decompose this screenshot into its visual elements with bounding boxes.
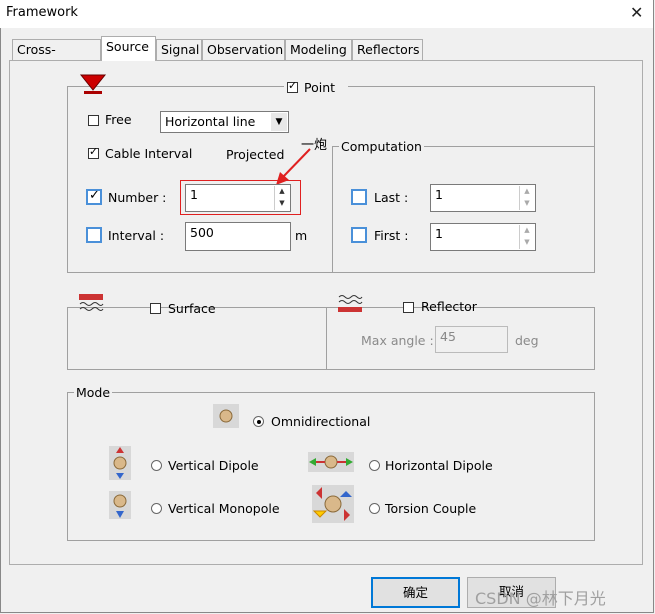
horizontal-dipole-icon (308, 452, 354, 472)
omni-icon (213, 404, 239, 428)
last-input-value: 1 (435, 187, 443, 202)
spin-up-icon[interactable]: ▲ (275, 186, 289, 198)
interval-input[interactable]: 500 (185, 222, 291, 251)
number-spinner[interactable]: ▲ ▼ (274, 186, 289, 210)
spin-down-icon[interactable]: ▼ (275, 198, 289, 210)
tab-signal[interactable]: Signal (156, 39, 202, 60)
surface-label: Surface (168, 301, 216, 316)
reflector-label: Reflector (421, 299, 477, 314)
first-label: First : (374, 228, 409, 243)
omni-label: Omnidirectional (271, 414, 371, 429)
watermark-text: CSDN @林下月光 (475, 589, 606, 608)
vertical-dipole-icon (109, 446, 131, 480)
first-spinner[interactable]: ▲ ▼ (519, 225, 534, 249)
free-label: Free (105, 112, 132, 127)
free-checkbox[interactable] (88, 115, 99, 126)
reflector-checkbox[interactable] (403, 302, 414, 313)
vertical-monopole-label: Vertical Monopole (168, 501, 280, 516)
vertical-monopole-icon (109, 491, 131, 519)
interval-unit: m (295, 228, 308, 243)
title-bar: Framework ✕ (0, 0, 653, 28)
max-angle-value: 45 (440, 329, 456, 344)
point-label: Point (304, 80, 336, 95)
last-label: Last : (374, 190, 409, 205)
cable-interval-checkbox[interactable] (88, 145, 99, 159)
placement-select[interactable]: Horizontal line ▼ (160, 111, 289, 133)
interval-label: Interval : (108, 228, 165, 243)
reflector-icon (337, 292, 363, 314)
tab-modeling[interactable]: Modeling (285, 39, 352, 60)
torsion-couple-radio[interactable] (369, 503, 380, 514)
horizontal-dipole-label: Horizontal Dipole (385, 458, 493, 473)
tab-source[interactable]: Source (101, 36, 156, 61)
source-icon (78, 72, 108, 98)
mode-title: Mode (74, 385, 113, 400)
spin-down-icon[interactable]: ▼ (520, 237, 534, 249)
vertical-dipole-radio[interactable] (151, 460, 162, 471)
placement-select-value: Horizontal line (165, 114, 256, 129)
tab-cross-section[interactable]: Cross-section (12, 39, 101, 77)
torsion-couple-icon (312, 485, 354, 523)
number-checkbox[interactable] (86, 188, 102, 205)
number-label: Number : (108, 190, 167, 205)
ok-button[interactable]: 确定 (371, 577, 460, 608)
vertical-monopole-radio[interactable] (151, 503, 162, 514)
spin-up-icon[interactable]: ▲ (520, 186, 534, 198)
last-checkbox[interactable] (351, 189, 367, 205)
last-spinner[interactable]: ▲ ▼ (519, 186, 534, 210)
max-angle-input[interactable]: 45 (435, 326, 508, 353)
computation-title: Computation (339, 139, 424, 154)
cable-interval-label: Cable Interval (105, 146, 193, 161)
interval-checkbox[interactable] (86, 227, 102, 243)
first-input-value: 1 (435, 226, 443, 241)
max-angle-label: Max angle : (361, 333, 434, 348)
chevron-down-icon[interactable]: ▼ (271, 113, 287, 131)
tab-reflectors[interactable]: Reflectors (352, 39, 423, 60)
number-input-value: 1 (190, 187, 198, 202)
surface-icon (78, 293, 104, 315)
close-icon[interactable]: ✕ (630, 3, 643, 22)
point-checkbox[interactable] (287, 79, 298, 93)
vertical-dipole-label: Vertical Dipole (168, 458, 259, 473)
window-title: Framework (6, 5, 78, 20)
surface-group (67, 307, 327, 370)
torsion-couple-label: Torsion Couple (385, 501, 477, 516)
spin-up-icon[interactable]: ▲ (520, 225, 534, 237)
omni-radio[interactable] (253, 416, 264, 427)
interval-input-value: 500 (190, 225, 214, 240)
first-checkbox[interactable] (351, 227, 367, 243)
tab-observation[interactable]: Observation (202, 39, 285, 60)
horizontal-dipole-radio[interactable] (369, 460, 380, 471)
surface-checkbox[interactable] (150, 303, 161, 314)
max-angle-unit: deg (515, 333, 539, 348)
spin-down-icon[interactable]: ▼ (520, 198, 534, 210)
